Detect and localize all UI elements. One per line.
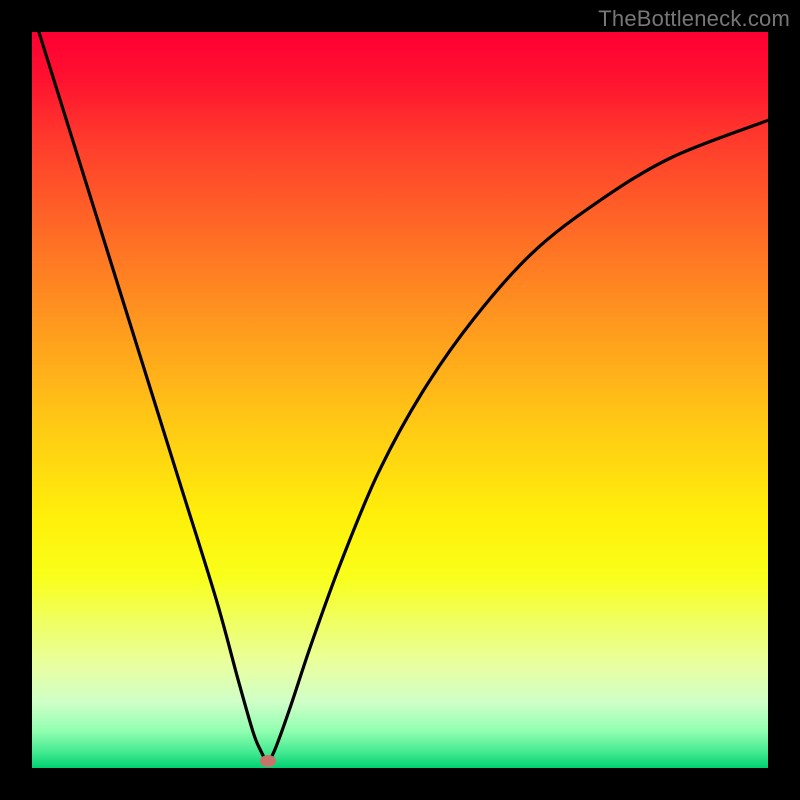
optimum-marker: [260, 755, 276, 767]
plot-area: [32, 32, 768, 768]
bottleneck-curve: [32, 32, 768, 761]
chart-container: TheBottleneck.com: [0, 0, 800, 800]
curve-svg: [32, 32, 768, 768]
watermark-text: TheBottleneck.com: [598, 6, 790, 32]
